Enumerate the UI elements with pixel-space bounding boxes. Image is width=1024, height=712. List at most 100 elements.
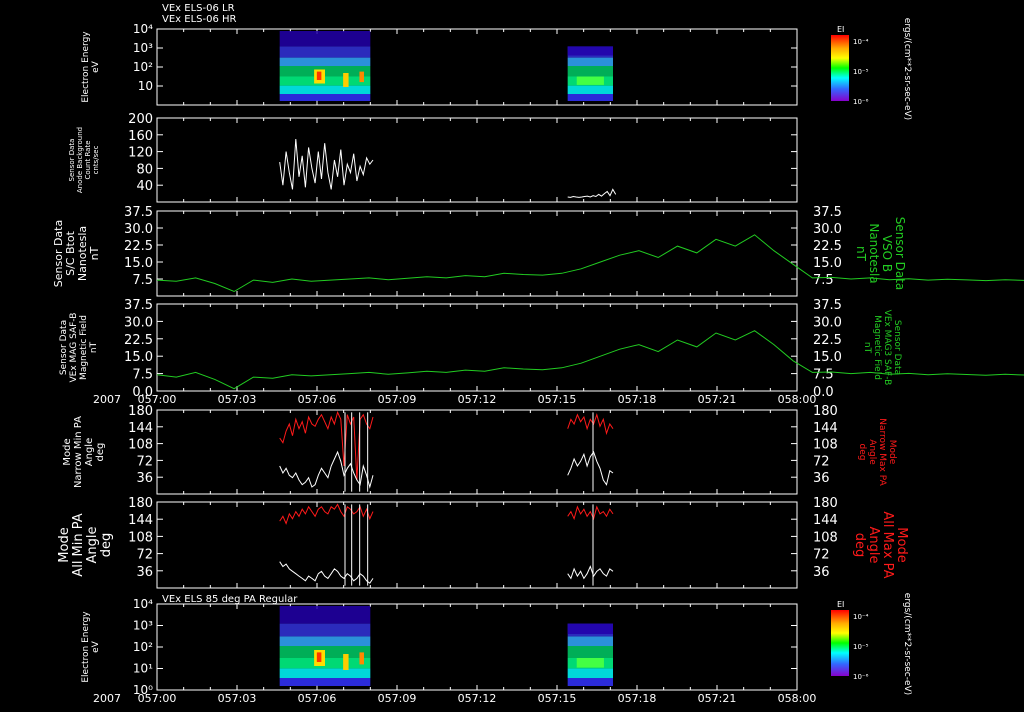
series-line-all_pa-white (567, 565, 614, 580)
ylabel-mag_saf: Magnetic Field (79, 315, 89, 380)
spectrogram-band (567, 46, 613, 56)
ytick-label-els_85deg: 10⁴ (133, 597, 153, 611)
colorbar-label: EI (837, 600, 844, 609)
ytick-label-sc_btot: 30.0 (124, 222, 153, 237)
ytick-label-els_85deg: 10¹ (133, 662, 153, 676)
ylabel-right-narrow_pa: Narrow Max PA (877, 418, 887, 486)
ytick-label-right-sc_btot: 15.0 (813, 256, 842, 271)
time-tick-label: 057:09 (378, 393, 417, 406)
ylabel-right-sc_btot: Nanotesla (867, 223, 881, 283)
time-tick-label: 057:15 (538, 692, 577, 705)
ytick-label-els_85deg: 10² (133, 640, 153, 654)
ytick-label-narrow_pa: 180 (128, 404, 153, 419)
ytick-label-mag_saf: 22.5 (124, 333, 153, 348)
ytick-label-els_85deg: 10³ (133, 619, 153, 633)
spectrogram-band (567, 623, 613, 634)
time-tick-label: 058:00 (778, 393, 817, 406)
series-line-anode_count-white (279, 138, 374, 190)
ytick-label-right-all_pa: 144 (813, 513, 838, 528)
ylabel-right-narrow_pa: Mode (887, 440, 897, 465)
ylabel-right-all_pa: deg (852, 533, 867, 558)
ytick-label-mag_saf: 37.5 (124, 298, 153, 313)
time-tick-label: 057:15 (538, 393, 577, 406)
spectrogram-band (279, 636, 371, 646)
spectrogram-band (279, 668, 371, 678)
colorbar-tick-label: 10⁻⁴ (853, 613, 869, 621)
ytick-label-right-narrow_pa: 36 (813, 471, 830, 486)
spectrogram-block (567, 623, 613, 686)
series-line-narrow_pa-red (279, 410, 374, 481)
spectrogram-hotspot (576, 658, 604, 668)
spectrogram-block (567, 46, 613, 101)
chart-stage: VEx ELS-06 LR VEx ELS-06 HR VEx ELS 85 d… (0, 0, 1024, 708)
ytick-label-right-mag_saf: 30.0 (813, 315, 842, 330)
ytick-label-right-narrow_pa: 72 (813, 454, 830, 469)
time-tick-label: 057:12 (458, 393, 497, 406)
time-tick-label: 057:21 (698, 692, 737, 705)
panel-frame (156, 303, 798, 392)
ylabel-all_pa: All Min PA (71, 513, 86, 576)
bottom-panel-title: VEx ELS 85 deg PA Regular (162, 594, 298, 605)
ylabel-right-narrow_pa: deg (857, 444, 867, 461)
time-tick-label: 057:00 (138, 692, 177, 705)
spectrogram-band (567, 668, 613, 678)
ytick-label-sc_btot: 37.5 (124, 205, 153, 220)
ytick-label-els_lr_hr: 10⁴ (133, 22, 153, 36)
spectrogram-hotspot (359, 71, 364, 83)
ylabel-right-mag_saf: Sensor Data (892, 320, 902, 375)
ytick-label-anode_count: 120 (128, 146, 153, 161)
ytick-label-narrow_pa: 108 (128, 438, 153, 453)
ytick-label-sc_btot: 15.0 (124, 256, 153, 271)
spectrogram-band (567, 636, 613, 646)
time-tick-label: 057:12 (458, 692, 497, 705)
panel-frame (156, 409, 798, 495)
ytick-label-anode_count: 40 (136, 179, 153, 194)
ytick-label-mag_saf: 30.0 (124, 315, 153, 330)
colorbar-tick-label: 10⁻⁵ (853, 643, 869, 651)
ytick-label-narrow_pa: 144 (128, 421, 153, 436)
colorbar-tick-label: 10⁻⁵ (853, 68, 869, 76)
spectrogram-band (567, 66, 613, 77)
ylabel-all_pa: Angle (85, 527, 100, 564)
spectrogram-band (279, 46, 371, 58)
ytick-label-all_pa: 144 (128, 513, 153, 528)
ytick-label-right-mag_saf: 7.5 (813, 368, 834, 383)
time-tick-label: 058:00 (778, 692, 817, 705)
ytick-label-all_pa: 108 (128, 530, 153, 545)
ylabel-narrow_pa: Mode (62, 438, 73, 465)
ylabel-anode_count: cnts/sec (92, 145, 100, 174)
ylabel-mag_saf: nT (89, 341, 99, 353)
spectrogram-band (279, 85, 371, 94)
ytick-label-right-mag_saf: 22.5 (813, 333, 842, 348)
plot-canvas: Electron Energy eV10⁴10³10²10EI10⁻⁴10⁻⁵10… (52, 18, 1024, 705)
spectrogram-band (279, 31, 371, 47)
time-tick-label: 057:18 (618, 393, 657, 406)
ytick-label-anode_count: 200 (128, 112, 153, 127)
ylabel-right-all_pa: All Max PA (880, 511, 895, 578)
spectrogram-block (279, 606, 371, 686)
ylabel-all_pa: deg (99, 533, 114, 558)
ytick-label-right-narrow_pa: 180 (813, 404, 838, 419)
ytick-label-els_lr_hr: 10² (133, 60, 153, 74)
ytick-label-right-mag_saf: 37.5 (813, 298, 842, 313)
year-label: 2007 (93, 393, 121, 406)
spectrogram-band (279, 606, 371, 624)
ytick-label-sc_btot: 22.5 (124, 239, 153, 254)
ylabel-mag_saf: Sensor Data (59, 320, 69, 375)
colorbar (831, 35, 849, 101)
series-line-narrow_pa-white (567, 450, 614, 486)
ylabel-right-sc_btot: nT (854, 246, 868, 262)
panel-frame (156, 117, 798, 203)
series-line-all_pa-white (279, 561, 374, 584)
time-tick-label: 057:18 (618, 692, 657, 705)
spectrogram-hotspot (316, 652, 322, 662)
ytick-label-right-narrow_pa: 144 (813, 421, 838, 436)
panel-frame (156, 603, 798, 691)
spectrogram-band (567, 646, 613, 658)
year-label: 2007 (93, 692, 121, 705)
spectrogram-hotspot (359, 652, 364, 665)
colorbar-tick-label: 10⁻⁴ (853, 38, 869, 46)
time-tick-label: 057:03 (218, 692, 257, 705)
panel-frame (156, 28, 798, 106)
ytick-label-right-all_pa: 72 (813, 548, 830, 563)
